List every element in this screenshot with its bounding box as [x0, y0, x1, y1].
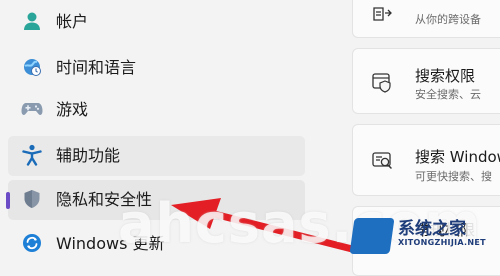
- nav-item-label: 时间和语言: [56, 58, 137, 77]
- cross-device-icon: [371, 3, 393, 25]
- nav-item-windows-update[interactable]: Windows 更新: [8, 224, 305, 264]
- card-cross-device[interactable]: 从你的跨设备: [352, 0, 500, 38]
- card-title: 搜索权限: [415, 67, 476, 85]
- windows-update-icon: [21, 232, 43, 254]
- selection-indicator: [6, 192, 10, 209]
- accessibility-icon: [21, 144, 43, 166]
- nav-item-account[interactable]: 帐户: [8, 2, 305, 42]
- card-search-permissions[interactable]: 搜索权限 安全搜索、云: [352, 48, 500, 114]
- nav-item-label: Windows 更新: [56, 234, 165, 253]
- nav-item-gaming[interactable]: 游戏: [8, 90, 305, 130]
- gamepad-icon: [21, 98, 43, 120]
- shield-icon: [21, 188, 43, 210]
- settings-cards: 从你的跨设备 搜索权限 安全搜索、云 搜索 Window 可更快搜索、搜 常规权…: [352, 0, 500, 276]
- card-title: 搜索 Window: [415, 148, 500, 166]
- nav-item-label: 游戏: [56, 100, 89, 119]
- card-search-windows[interactable]: 搜索 Window 可更快搜索、搜: [352, 124, 500, 196]
- nav-item-privacy-security[interactable]: 隐私和安全性: [6, 180, 305, 220]
- nav-item-accessibility[interactable]: 辅助功能: [8, 136, 305, 176]
- card-general-permissions[interactable]: 常规权限: [352, 206, 500, 276]
- nav-item-time-language[interactable]: 时间和语言: [8, 48, 305, 88]
- search-permissions-icon: [371, 71, 393, 93]
- nav-item-label: 帐户: [56, 12, 89, 31]
- account-icon: [21, 10, 43, 32]
- nav-item-label: 隐私和安全性: [56, 190, 153, 209]
- card-subtitle: 从你的跨设备: [415, 13, 481, 26]
- card-subtitle: 可更快搜索、搜: [415, 170, 492, 183]
- settings-navigation: 帐户 时间和语言 游戏 辅助功能 隐私和安全性 Windows 更新: [0, 0, 310, 261]
- globe-clock-icon: [21, 56, 43, 78]
- card-title: 常规权限: [415, 221, 476, 239]
- card-subtitle: 安全搜索、云: [415, 88, 481, 101]
- nav-item-label: 辅助功能: [56, 146, 121, 165]
- search-windows-icon: [371, 150, 393, 172]
